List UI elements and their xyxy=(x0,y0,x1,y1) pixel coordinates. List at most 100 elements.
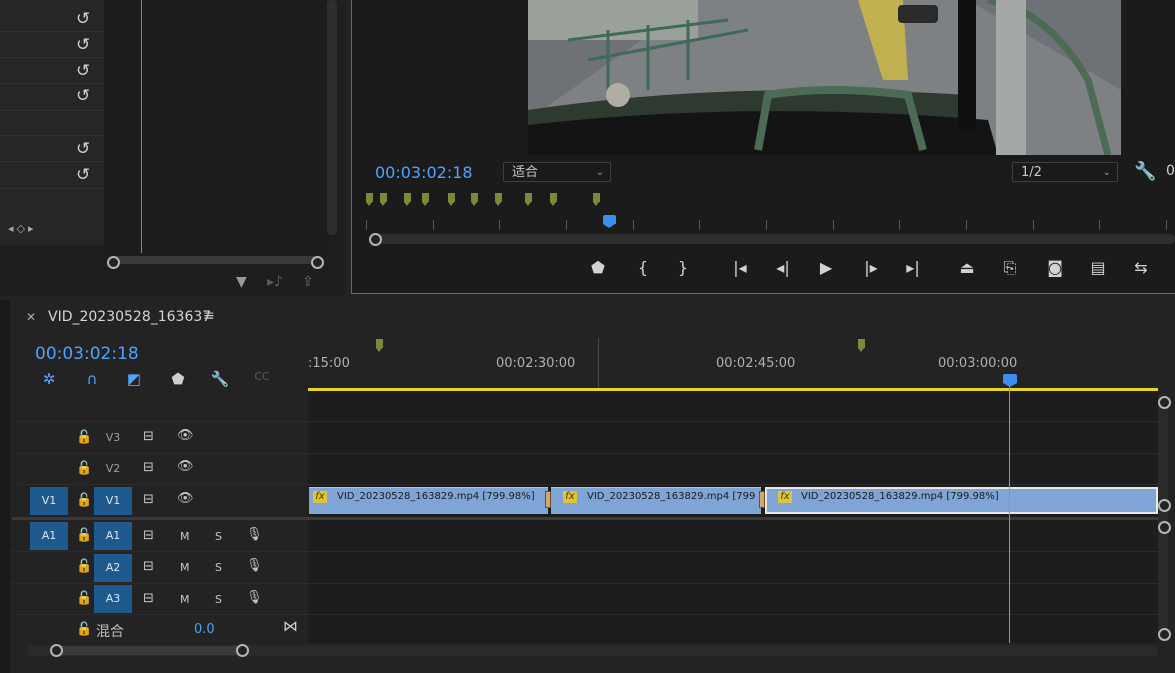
close-icon[interactable]: ✕ xyxy=(26,310,36,324)
sync-lock-icon[interactable]: ⊟ xyxy=(143,460,154,475)
step-back-icon[interactable]: ◂| xyxy=(769,258,797,277)
timeline-timecode[interactable]: 00:03:02:18 xyxy=(35,344,139,364)
zoom-select[interactable]: 适合 ⌄ xyxy=(503,162,611,182)
play-icon[interactable]: ▶ xyxy=(812,258,840,277)
microphone-icon[interactable]: 🎙 xyxy=(246,558,263,573)
export-icon[interactable]: ⇪ xyxy=(302,274,314,290)
linked-selection-icon[interactable]: ◩ xyxy=(122,370,146,388)
marker[interactable] xyxy=(593,193,600,206)
comparison-view-icon[interactable]: ⇆ xyxy=(1127,258,1155,277)
insert-overlay-icon[interactable]: ▤ xyxy=(1084,258,1112,277)
reset-icon[interactable]: ↺ xyxy=(76,140,90,158)
hscroll-handle[interactable] xyxy=(236,644,249,657)
timeline-scroll-thumb[interactable] xyxy=(52,646,247,655)
keyframe-navigator[interactable]: ◂◇▸ xyxy=(8,222,37,235)
track-label-v2[interactable]: V2 xyxy=(100,457,126,481)
vscroll-handle[interactable] xyxy=(1158,521,1171,534)
fx-badge-icon[interactable]: fx xyxy=(778,491,792,503)
video-clip[interactable]: fx VID_20230528_163829.mp4 [799.98%] xyxy=(309,487,548,514)
snap-nest-icon[interactable]: ✲ xyxy=(37,370,61,388)
sequence-tab-title[interactable]: VID_20230528_163637 xyxy=(48,309,211,325)
lock-icon[interactable]: 🔓 xyxy=(76,430,92,445)
solo-button[interactable]: S xyxy=(215,530,222,543)
mute-button[interactable]: M xyxy=(180,561,190,574)
wrench-icon[interactable]: 🔧 xyxy=(1134,161,1156,182)
lock-icon[interactable]: 🔓 xyxy=(76,493,92,508)
filter-icon[interactable]: ▼ xyxy=(236,274,247,290)
lock-icon[interactable]: 🔓 xyxy=(76,622,92,637)
timeline-marker[interactable] xyxy=(376,339,383,352)
solo-button[interactable]: S xyxy=(215,561,222,574)
source-patch-v1[interactable]: V1 xyxy=(30,487,68,515)
captions-icon[interactable]: CC xyxy=(250,370,274,383)
sync-lock-icon[interactable]: ⊟ xyxy=(143,591,154,606)
lock-icon[interactable]: 🔓 xyxy=(76,528,92,543)
marker[interactable] xyxy=(380,193,387,206)
scroll-left-handle[interactable] xyxy=(107,256,120,269)
go-to-out-icon[interactable]: ▸| xyxy=(899,258,927,277)
fx-badge-icon[interactable]: fx xyxy=(313,491,327,503)
lock-icon[interactable]: 🔓 xyxy=(76,461,92,476)
reset-icon[interactable]: ↺ xyxy=(76,10,90,28)
timeline-vertical-scrollbar[interactable] xyxy=(1158,395,1168,640)
timeline-playhead[interactable] xyxy=(1003,374,1017,387)
marker[interactable] xyxy=(495,193,502,206)
lock-icon[interactable]: 🔓 xyxy=(76,591,92,606)
marker[interactable] xyxy=(448,193,455,206)
sync-lock-icon[interactable]: ⊟ xyxy=(143,528,154,543)
marker[interactable] xyxy=(525,193,532,206)
sync-lock-icon[interactable]: ⊟ xyxy=(143,492,154,507)
source-patch-a1[interactable]: A1 xyxy=(30,522,68,550)
sync-lock-icon[interactable]: ⊟ xyxy=(143,429,154,444)
mix-go-to-end-icon[interactable]: ⋈ xyxy=(283,617,298,635)
microphone-icon[interactable]: 🎙 xyxy=(246,527,263,542)
hamburger-menu-icon[interactable]: ≡ xyxy=(203,308,215,324)
fx-badge-icon[interactable]: fx xyxy=(563,491,577,503)
vscroll-handle[interactable] xyxy=(1158,628,1171,641)
camera-icon[interactable]: ◙ xyxy=(1041,258,1069,277)
mark-out-icon[interactable]: } xyxy=(669,258,697,277)
vscroll-handle[interactable] xyxy=(1158,499,1171,512)
track-label-a3[interactable]: A3 xyxy=(94,585,132,613)
marker[interactable] xyxy=(471,193,478,206)
go-to-in-icon[interactable]: |◂ xyxy=(726,258,754,277)
mix-volume-value[interactable]: 0.0 xyxy=(194,622,215,637)
eye-icon[interactable]: 👁 xyxy=(177,428,194,443)
quality-select[interactable]: 1/2 ⌄ xyxy=(1012,162,1118,182)
reset-icon[interactable]: ↺ xyxy=(76,62,90,80)
eye-icon[interactable]: 👁 xyxy=(177,459,194,474)
program-timecode[interactable]: 00:03:02:18 xyxy=(375,163,473,182)
reset-icon[interactable]: ↺ xyxy=(76,166,90,184)
track-label-v1[interactable]: V1 xyxy=(94,487,132,515)
eye-icon[interactable]: 👁 xyxy=(177,491,194,506)
reset-icon[interactable]: ↺ xyxy=(76,36,90,54)
vscroll-handle[interactable] xyxy=(1158,396,1171,409)
extract-icon[interactable]: ⎘ xyxy=(996,258,1024,278)
lock-icon[interactable]: 🔓 xyxy=(76,559,92,574)
program-zoom-scrollbar[interactable] xyxy=(370,234,1175,244)
wrench-icon[interactable]: 🔧 xyxy=(208,370,232,388)
video-clip[interactable]: fx VID_20230528_163829.mp4 [799 xyxy=(551,487,761,514)
add-marker-icon[interactable]: ⬟ xyxy=(166,370,190,388)
track-label-v3[interactable]: V3 xyxy=(100,426,126,450)
effect-horizontal-scrollbar[interactable] xyxy=(109,256,323,264)
reset-icon[interactable]: ↺ xyxy=(76,87,90,105)
lift-icon[interactable]: ⏏ xyxy=(953,258,981,277)
solo-button[interactable]: S xyxy=(215,593,222,606)
sync-lock-icon[interactable]: ⊟ xyxy=(143,559,154,574)
video-clip-selected[interactable]: fx VID_20230528_163829.mp4 [799.98%] xyxy=(765,487,1158,514)
track-label-a2[interactable]: A2 xyxy=(94,554,132,582)
track-label-a1[interactable]: A1 xyxy=(94,522,132,550)
marker[interactable] xyxy=(550,193,557,206)
timeline-marker[interactable] xyxy=(858,339,865,352)
microphone-icon[interactable]: 🎙 xyxy=(246,590,263,605)
zoom-scroll-handle[interactable] xyxy=(369,233,382,246)
program-playhead[interactable] xyxy=(603,215,616,228)
mark-in-icon[interactable]: { xyxy=(629,258,657,277)
add-marker-icon[interactable]: ⬟ xyxy=(584,258,612,277)
marker[interactable] xyxy=(422,193,429,206)
step-forward-icon[interactable]: |▸ xyxy=(857,258,885,277)
effect-vertical-scrollbar[interactable] xyxy=(327,0,337,235)
mute-button[interactable]: M xyxy=(180,530,190,543)
marker[interactable] xyxy=(366,193,373,206)
